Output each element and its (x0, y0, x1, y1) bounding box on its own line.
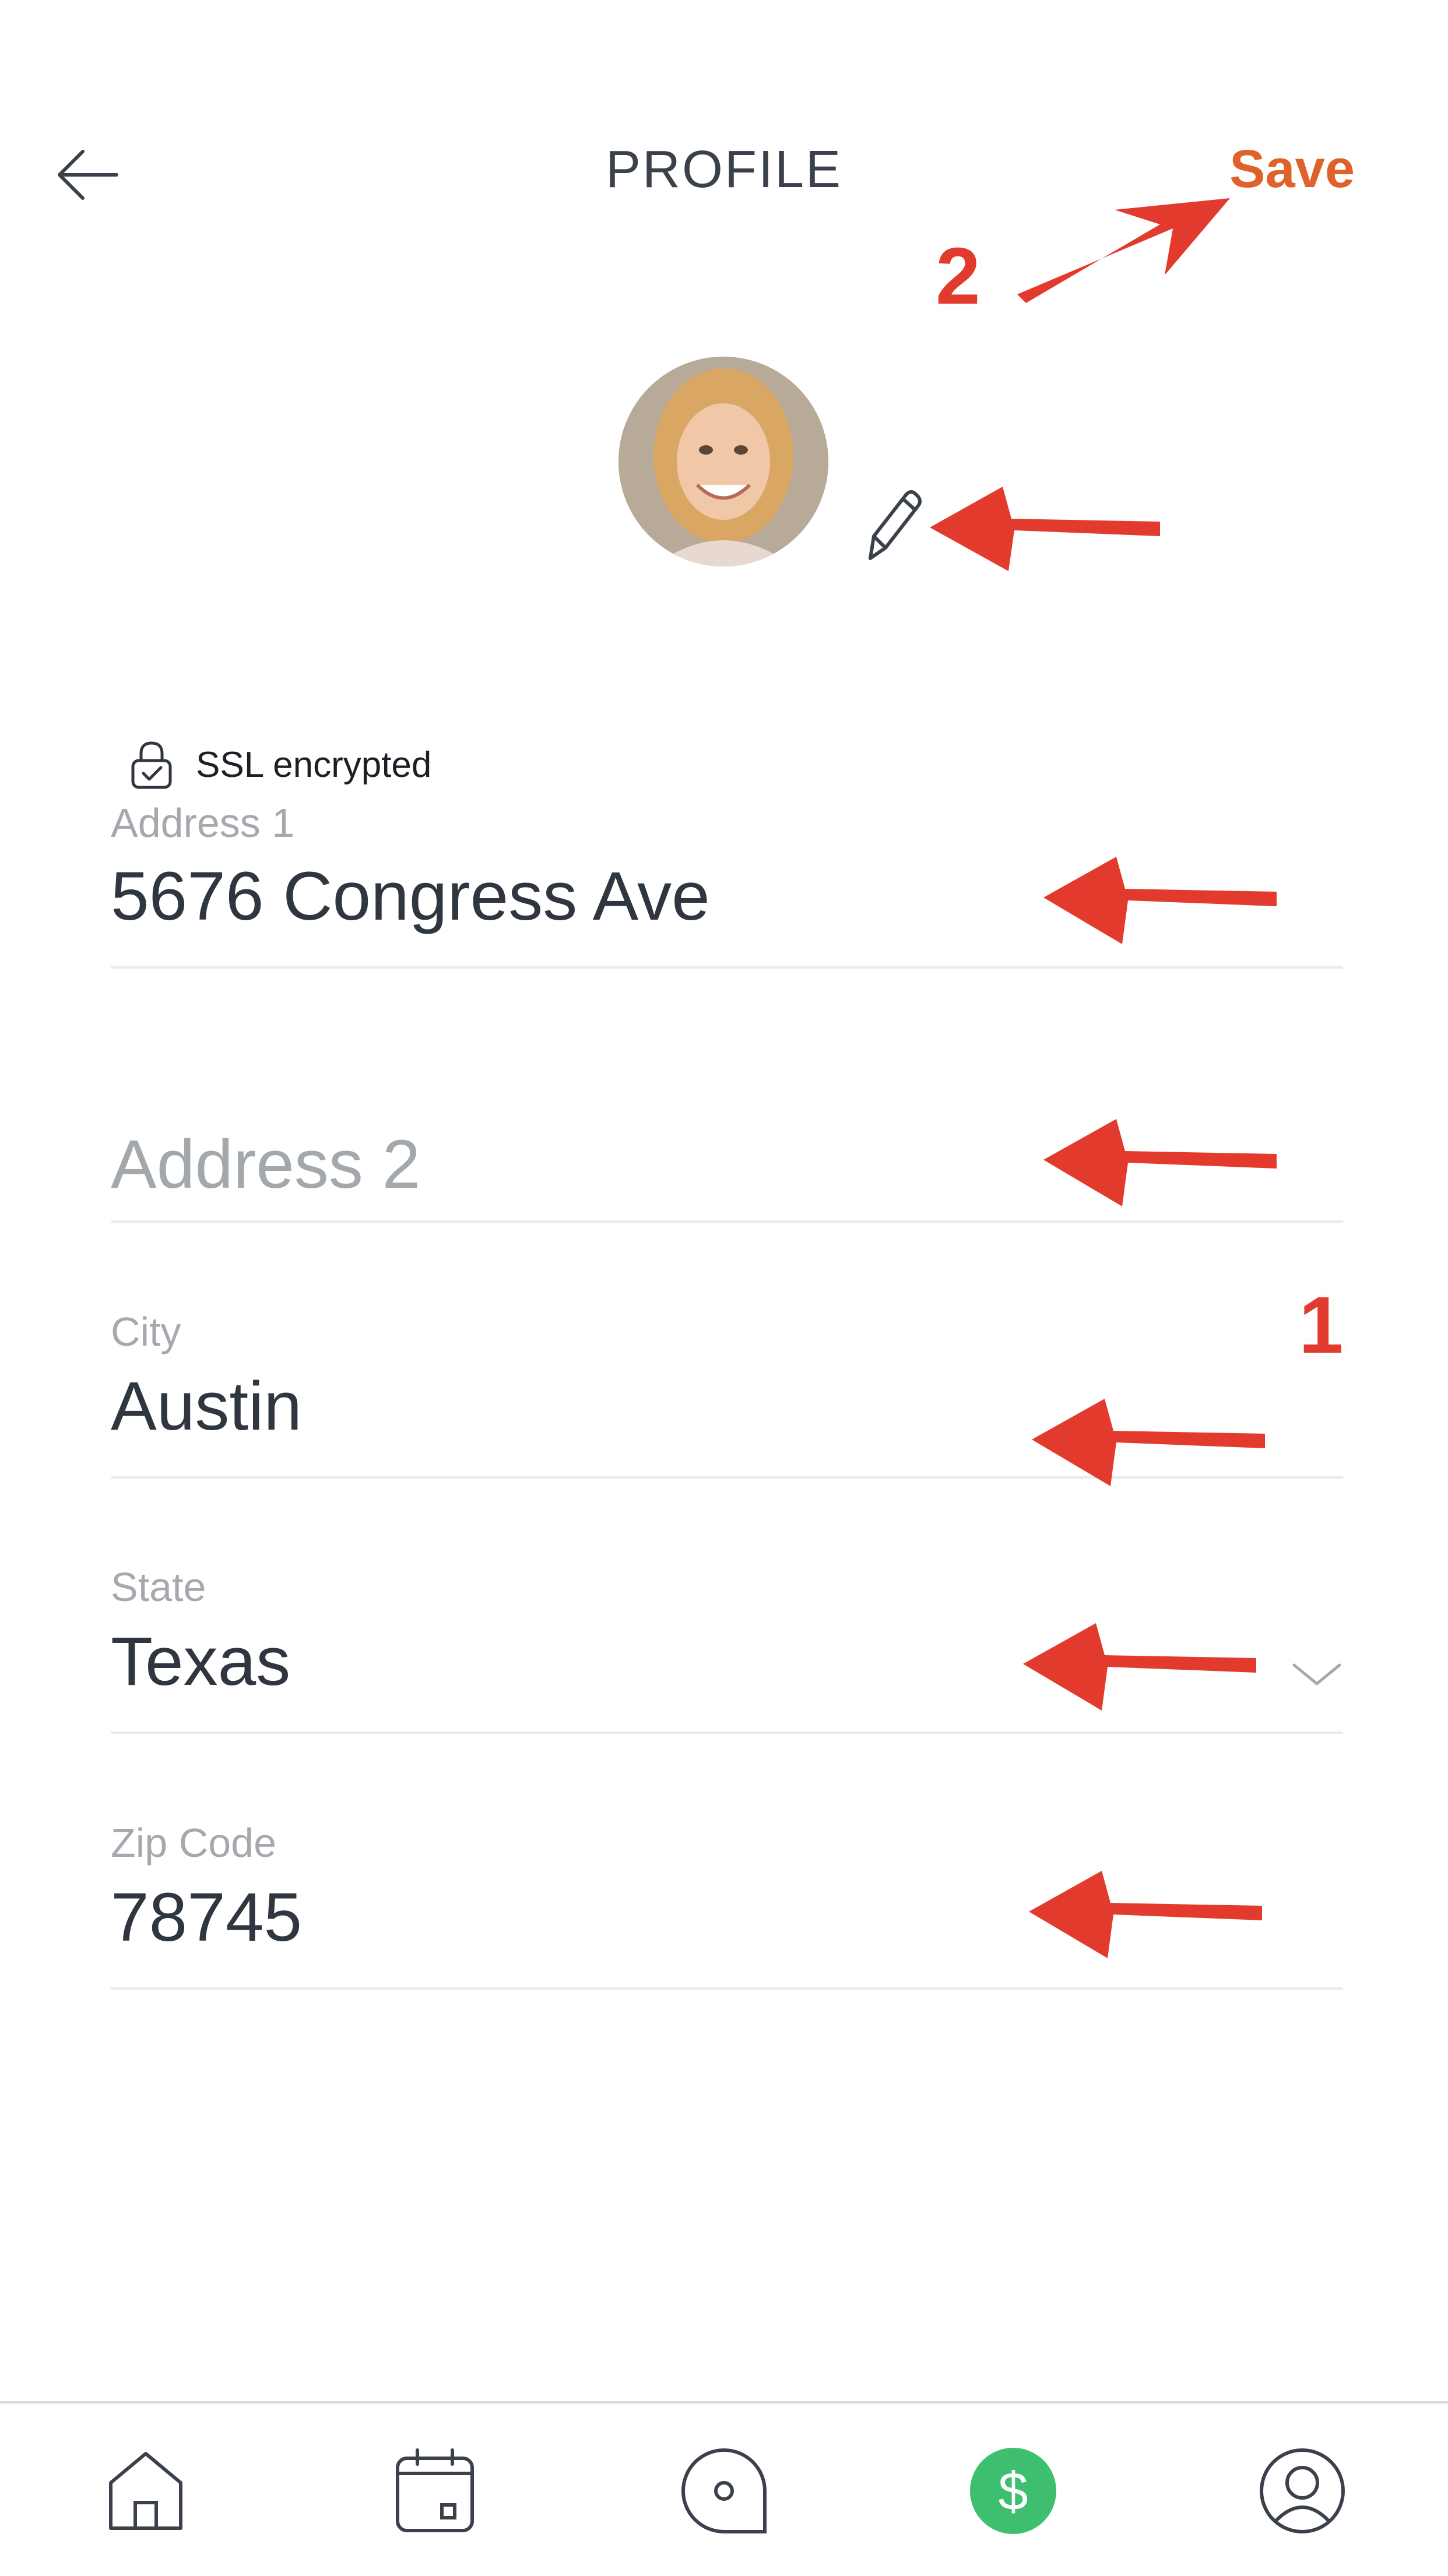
calendar-icon (396, 2448, 474, 2532)
annotation-arrow (1043, 857, 1277, 944)
annotation-arrow (1023, 1623, 1256, 1711)
nav-calendar[interactable] (388, 2444, 482, 2538)
annotation-arrow (930, 487, 1160, 571)
bottom-nav: $ (0, 2401, 1448, 2576)
annotation-arrow (1032, 1399, 1265, 1486)
profile-icon (1260, 2448, 1345, 2533)
home-icon (109, 2452, 182, 2530)
annotation-arrow (1017, 198, 1230, 303)
chat-bubble-icon (681, 2448, 767, 2533)
nav-profile[interactable] (1256, 2444, 1349, 2538)
annotation-layer (930, 198, 1277, 1958)
annotation-number-1: 1 (1299, 1280, 1344, 1370)
annotation-arrow (1043, 1119, 1277, 1206)
annotation-arrow (1029, 1871, 1262, 1958)
dollar-icon: $ (970, 2448, 1056, 2534)
nav-home[interactable] (99, 2444, 192, 2538)
nav-messages[interactable] (677, 2444, 771, 2538)
svg-text:$: $ (998, 2462, 1028, 2521)
nav-payments[interactable]: $ (966, 2444, 1060, 2538)
annotation-number-2: 2 (936, 231, 980, 321)
